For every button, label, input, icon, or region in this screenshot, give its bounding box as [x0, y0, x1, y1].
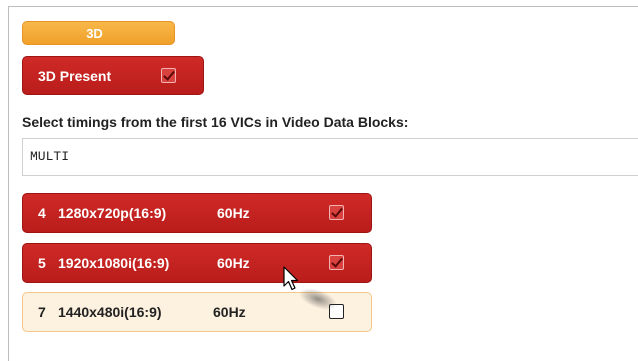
timing-row-vic-5[interactable]: 5 1920x1080i(16:9) 60Hz	[22, 243, 372, 283]
timings-section-label: Select timings from the first 16 VICs in…	[22, 114, 409, 130]
resolution-label: 1440x480i(16:9)	[58, 304, 162, 320]
resolution-label: 1280x720p(16:9)	[58, 205, 167, 221]
tab-3d[interactable]: 3D	[22, 21, 175, 45]
3d-present-label: 3D Present	[38, 67, 112, 84]
timing-checkbox-icon[interactable]	[329, 255, 344, 270]
timing-row-vic-4[interactable]: 4 1280x720p(16:9) 60Hz	[22, 193, 372, 233]
vic-number: 4	[38, 205, 46, 221]
resolution-label: 1920x1080i(16:9)	[58, 255, 170, 271]
refresh-rate-label: 60Hz	[217, 255, 250, 271]
vic-number: 7	[38, 304, 46, 320]
3d-present-checkbox-icon[interactable]	[161, 68, 176, 83]
refresh-rate-label: 60Hz	[217, 205, 250, 221]
tab-3d-label: 3D	[86, 25, 103, 41]
timing-checkbox-icon[interactable]	[329, 205, 344, 220]
refresh-rate-label: 60Hz	[213, 304, 246, 320]
mode-field[interactable]: MULTI	[22, 138, 638, 176]
mouse-pointer-icon	[283, 266, 299, 291]
vic-number: 5	[38, 255, 46, 271]
3d-present-button[interactable]: 3D Present	[22, 56, 204, 95]
